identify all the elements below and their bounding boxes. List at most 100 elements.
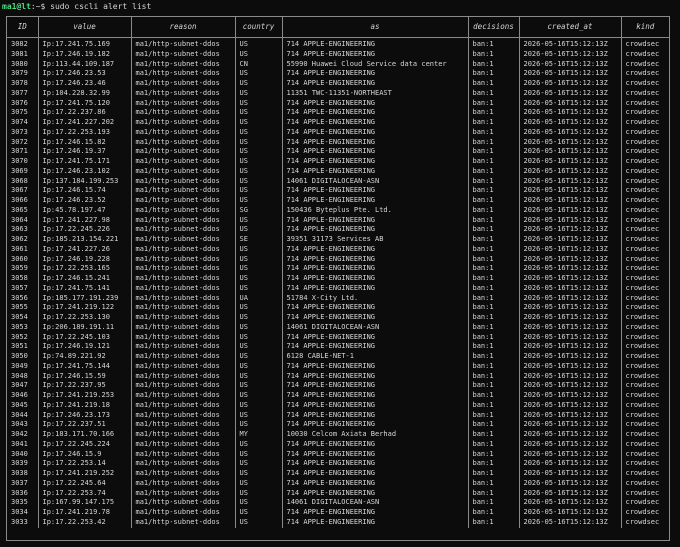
cell-created-at: 2026-05-16T15:12:13Z [519,244,622,255]
column-header-created-at: created_at [519,17,622,38]
cell-kind: crowdsec [625,108,660,117]
cell-as: 714 APPLE-ENGINEERING [282,439,469,450]
cell-kind: crowdsec [625,342,660,351]
cell-as: 714 APPLE-ENGINEERING [282,118,469,128]
table-row: 3067 Ip:17.246.15.74 ma1/http-subnet-ddos U… [7,186,669,196]
cell-as: 714 APPLE-ENGINEERING [282,98,469,109]
cell-decisions: ban:1 [468,59,520,70]
cell-created-at: 2026-05-16T15:12:13Z [519,127,622,138]
cell-created-at: 2026-05-16T15:12:13Z [519,478,622,489]
cell-reason: ma1/http-subnet-ddos [131,400,236,411]
cell-decisions: ban:1 [468,439,520,450]
cell-value: Ip:17.22.253.130 [38,313,132,323]
cell-reason: ma1/http-subnet-ddos [131,478,236,489]
cell-created-at: 2026-05-16T15:12:13Z [519,517,622,528]
cell-id: 3034 [7,508,39,518]
table-row: 3051 Ip:17.246.19.121 ma1/http-subnet-ddos… [7,342,669,352]
cell-country: US [235,352,283,362]
cell-created-at: 2026-05-16T15:12:13Z [519,137,622,148]
column-header-kind: kind [621,17,669,38]
table-row: 3072 Ip:17.246.15.82 ma1/http-subnet-ddos U… [7,137,669,148]
cell-as: 714 APPLE-ENGINEERING [282,420,469,430]
cell-decisions: ban:1 [468,478,520,489]
cell-kind: crowdsec [625,498,660,507]
cell-kind: crowdsec [625,420,660,429]
cell-created-at: 2026-05-16T15:12:13Z [519,225,622,235]
cell-as: 714 APPLE-ENGINEERING [282,381,469,391]
cell-reason: ma1/http-subnet-ddos [131,108,236,118]
cell-value: Ip:17.241.227.98 [38,215,132,226]
cell-as: 714 APPLE-ENGINEERING [282,157,469,167]
cell-reason: ma1/http-subnet-ddos [131,352,236,362]
cell-created-at: 2026-05-16T15:12:13Z [519,186,622,196]
cell-kind: crowdsec [625,166,660,175]
cell-reason: ma1/http-subnet-ddos [131,498,236,508]
cell-reason: ma1/http-subnet-ddos [131,293,236,304]
cell-created-at: 2026-05-16T15:12:13Z [519,176,622,187]
cell-as: 714 APPLE-ENGINEERING [282,332,469,343]
cell-created-at: 2026-05-16T15:12:13Z [519,420,622,430]
cell-id: 3051 [7,342,39,352]
cell-decisions: ban:1 [468,186,520,196]
cell-id: 3039 [7,459,39,469]
cell-reason: ma1/http-subnet-ddos [131,449,236,460]
cell-country: US [235,410,283,421]
cell-reason: ma1/http-subnet-ddos [131,381,236,391]
cell-id: 3053 [7,322,39,333]
cell-id: 3059 [7,264,39,274]
cell-kind: crowdsec [625,488,660,497]
cell-as: 714 APPLE-ENGINEERING [282,469,469,479]
cell-as: 14061 DIGITALOCEAN-ASN [282,322,469,333]
table-row: 3044 Ip:17.246.23.173 ma1/http-subnet-ddos… [7,410,669,421]
table-header-row: ID value reason country as decisions cre… [7,17,669,38]
cell-decisions: ban:1 [468,498,520,508]
cell-country: US [235,127,283,138]
cell-id: 3078 [7,79,39,89]
cell-reason: ma1/http-subnet-ddos [131,371,236,382]
cell-id: 3064 [7,215,39,226]
table-row: 3046 Ip:17.241.219.253 ma1/http-subnet-ddo… [7,391,669,401]
cell-id: 3045 [7,400,39,411]
cell-value: Ip:17.22.245.103 [38,332,132,343]
cell-kind: crowdsec [625,137,660,146]
cell-created-at: 2026-05-16T15:12:13Z [519,98,622,109]
table-row: 3057 Ip:17.241.75.141 ma1/http-subnet-ddos… [7,283,669,294]
cell-decisions: ban:1 [468,235,520,245]
cell-reason: ma1/http-subnet-ddos [131,225,236,235]
cell-created-at: 2026-05-16T15:12:13Z [519,391,622,401]
cell-country: US [235,449,283,460]
cell-country: US [235,459,283,469]
cell-value: Ip:17.241.227.26 [38,244,132,255]
cell-reason: ma1/http-subnet-ddos [131,244,236,255]
cell-kind: crowdsec [625,381,660,390]
cell-decisions: ban:1 [468,79,520,89]
cell-as: 55990 Huawei Cloud Service data center [282,59,469,70]
cell-country: US [235,381,283,391]
cell-kind: crowdsec [625,430,660,438]
cell-value: Ip:17.246.15.9 [38,449,132,460]
cell-id: 3038 [7,469,39,479]
table-row: 3034 Ip:17.241.219.78 ma1/http-subnet-ddos… [7,508,669,518]
cell-as: 714 APPLE-ENGINEERING [282,127,469,138]
cell-reason: ma1/http-subnet-ddos [131,439,236,450]
cell-as: 14061 DIGITALOCEAN-ASN [282,498,469,508]
cell-value: Ip:17.241.75.169 [38,37,132,50]
cell-kind: crowdsec [625,371,660,380]
cell-country: UA [235,293,283,304]
cell-country: US [235,439,283,450]
column-header-as: as [282,17,469,38]
table-row: 3036 Ip:17.22.253.74 ma1/http-subnet-ddos U… [7,488,669,499]
cell-country: US [235,49,283,60]
table-row: 3071 Ip:17.246.19.37 ma1/http-subnet-ddos U… [7,147,669,157]
column-header-id: ID [7,17,39,38]
cell-reason: ma1/http-subnet-ddos [131,79,236,89]
cell-kind: crowdsec [625,400,660,409]
cell-reason: ma1/http-subnet-ddos [131,303,236,313]
cell-kind: crowdsec [625,410,660,419]
cell-as: 714 APPLE-ENGINEERING [282,342,469,352]
cell-reason: ma1/http-subnet-ddos [131,254,236,265]
cell-kind: crowdsec [625,205,660,214]
cell-country: US [235,420,283,430]
cell-kind: crowdsec [625,157,660,165]
cell-created-at: 2026-05-16T15:12:13Z [519,449,622,460]
